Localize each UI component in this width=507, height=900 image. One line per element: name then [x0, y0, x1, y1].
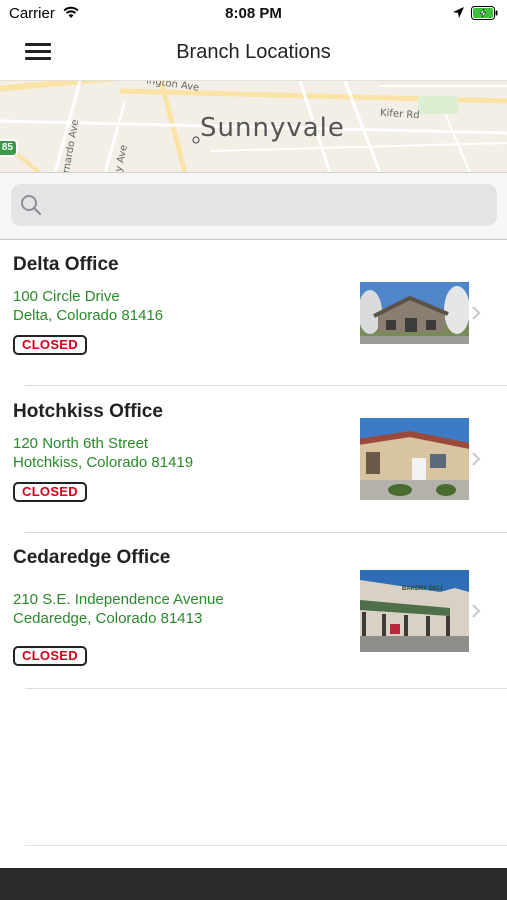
footer-divider	[25, 845, 507, 846]
chevron-right-icon	[472, 306, 481, 320]
page-title: Branch Locations	[176, 41, 331, 63]
branch-photo	[360, 282, 469, 344]
branch-name: Delta Office	[13, 254, 119, 275]
branch-photo	[360, 418, 469, 500]
list-item-cedaredge-office[interactable]: Cedaredge Office 210 S.E. Independence A…	[0, 533, 507, 689]
map-view[interactable]: ington Ave Kifer Rd rnardo Ave y Ave Sun…	[0, 80, 507, 172]
list-item-delta-office[interactable]: Delta Office 100 Circle Drive Delta, Col…	[0, 240, 507, 386]
navigation-bar: Branch Locations	[0, 28, 507, 80]
clock-time: 8:08 PM	[225, 5, 282, 22]
status-badge: CLOSED	[13, 482, 87, 502]
chevron-right-icon	[472, 604, 481, 618]
location-arrow-icon	[453, 7, 464, 18]
branch-name: Cedaredge Office	[13, 547, 171, 568]
branch-address-line1: 210 S.E. Independence Avenue	[13, 591, 224, 608]
branch-name: Hotchkiss Office	[13, 401, 163, 422]
status-badge: CLOSED	[13, 335, 87, 355]
search-input[interactable]	[11, 184, 497, 226]
bottom-bar	[0, 868, 507, 900]
branch-address-line1: 100 Circle Drive	[13, 288, 120, 305]
branch-address-line2: Delta, Colorado 81416	[13, 307, 164, 324]
highway-shield-icon: 85	[0, 139, 18, 157]
list-item-hotchkiss-office[interactable]: Hotchkiss Office 120 North 6th Street Ho…	[0, 386, 507, 532]
row-divider	[25, 688, 507, 689]
branch-photo: BAKERY DELI	[360, 570, 469, 652]
status-bar: Carrier 8:08 PM	[0, 0, 507, 28]
map-city-label: Sunnyvale	[200, 113, 345, 143]
search-bar	[0, 172, 507, 240]
chevron-right-icon	[472, 452, 481, 466]
status-badge: CLOSED	[13, 646, 87, 666]
battery-charging-icon	[471, 6, 498, 20]
branch-address-line2: Cedaredge, Colorado 81413	[13, 610, 203, 627]
branch-address-line1: 120 North 6th Street	[13, 435, 149, 452]
photo-sign-text: BAKERY DELI	[402, 586, 443, 592]
search-icon	[21, 195, 42, 216]
branch-address-line2: Hotchkiss, Colorado 81419	[13, 454, 194, 471]
